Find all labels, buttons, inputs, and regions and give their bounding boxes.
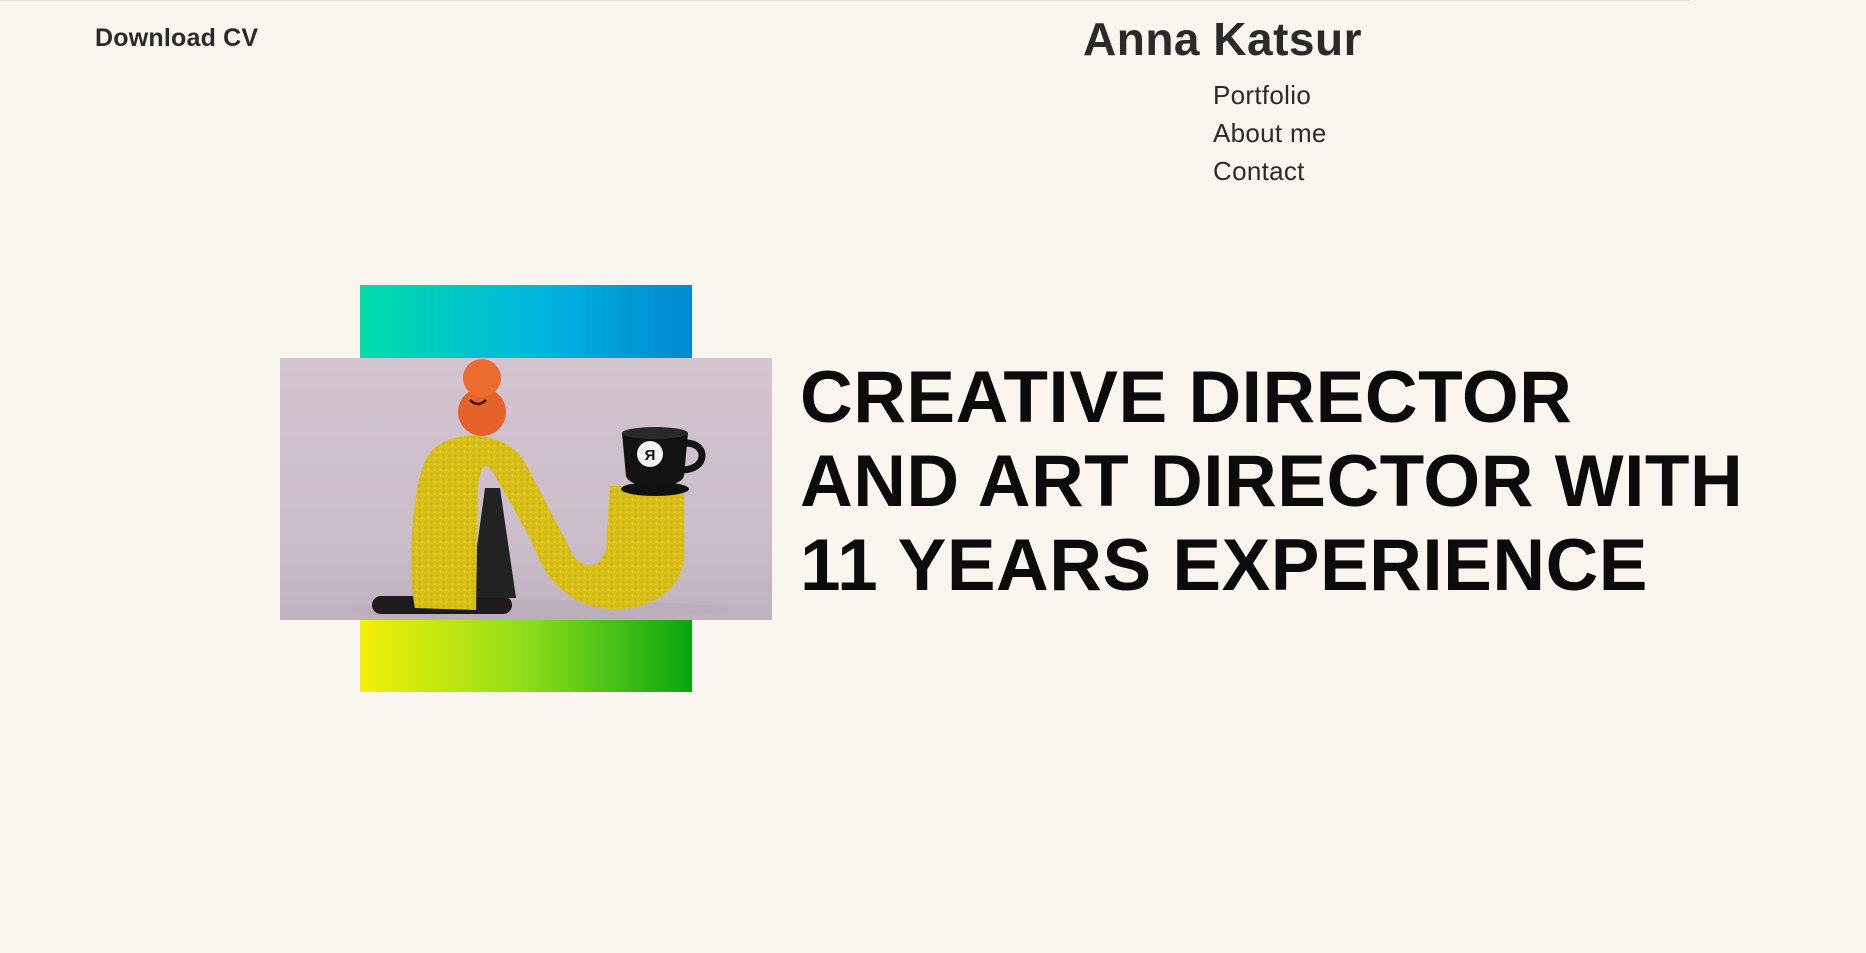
- headline-line-1: CREATIVE DIRECTOR: [800, 357, 1573, 438]
- site-title[interactable]: Anna Katsur: [1083, 12, 1362, 66]
- gradient-block-top: [360, 285, 692, 359]
- headline-line-2: AND ART DIRECTOR WITH: [800, 441, 1744, 522]
- nav-item-contact[interactable]: Contact: [1213, 154, 1327, 188]
- mug-logo: Я: [645, 447, 656, 464]
- hero-headline: CREATIVE DIRECTOR AND ART DIRECTOR WITH …: [800, 356, 1743, 608]
- download-cv-link[interactable]: Download CV: [95, 24, 258, 53]
- page: Download CV Anna Katsur Portfolio About …: [0, 0, 1866, 953]
- hero-image: Я: [280, 358, 772, 620]
- gradient-block-bottom: [360, 619, 692, 692]
- nav-item-portfolio[interactable]: Portfolio: [1213, 78, 1327, 112]
- nav-item-about-me[interactable]: About me: [1213, 116, 1327, 150]
- headline-line-3: 11 YEARS EXPERIENCE: [800, 525, 1649, 606]
- main-nav: Portfolio About me Contact: [1213, 78, 1327, 188]
- top-divider: [0, 0, 1690, 1]
